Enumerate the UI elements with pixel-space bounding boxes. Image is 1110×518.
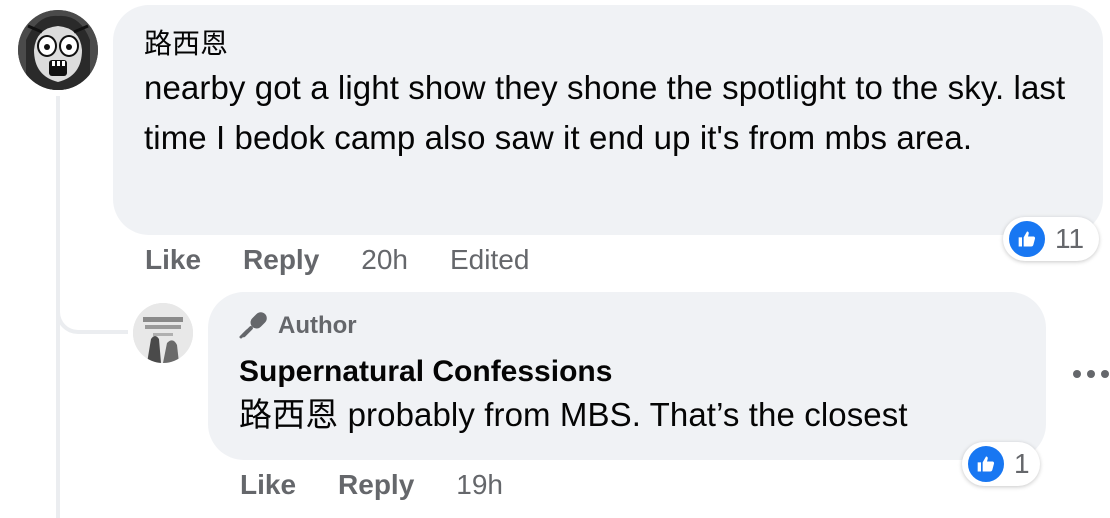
reply-actions: Like Reply 19h	[240, 465, 503, 505]
more-options-button[interactable]	[1073, 362, 1109, 386]
reaction-count-pill[interactable]: 1	[962, 442, 1040, 486]
like-icon	[1007, 219, 1047, 259]
comment-text: nearby got a light show they shone the s…	[144, 69, 1066, 156]
comment-actions: Like Reply 20h Edited	[145, 240, 529, 280]
reply-button[interactable]: Reply	[243, 244, 319, 276]
reply-timestamp[interactable]: 19h	[456, 469, 503, 501]
page-avatar[interactable]	[133, 303, 193, 363]
microphone-icon	[239, 312, 267, 339]
author-badge-label: Author	[278, 312, 357, 339]
reaction-count: 1	[1014, 448, 1030, 479]
reaction-count-pill[interactable]: 11	[1003, 217, 1099, 261]
commenter-avatar[interactable]	[18, 10, 98, 90]
reply-thread-connector	[56, 290, 128, 334]
reaction-count: 11	[1055, 223, 1085, 254]
like-icon	[966, 444, 1006, 484]
cartoon-face-avatar-image	[18, 10, 98, 90]
comment-timestamp[interactable]: 20h	[361, 244, 408, 276]
reply-text: 路西恩 probably from MBS. That’s the closes…	[239, 396, 908, 433]
comment-author-name[interactable]: 路西恩	[144, 27, 1073, 61]
author-badge: Author	[236, 310, 1018, 342]
like-button[interactable]: Like	[145, 244, 201, 276]
like-button[interactable]: Like	[240, 469, 296, 501]
reply-button[interactable]: Reply	[338, 469, 414, 501]
comment-bubble: 路西恩 nearby got a light show they shone t…	[113, 5, 1103, 235]
reply-bubble: Author Supernatural Confessions 路西恩 prob…	[208, 292, 1046, 460]
reply-author-name[interactable]: Supernatural Confessions	[239, 352, 1018, 392]
more-dot-icon	[1073, 370, 1081, 378]
more-dot-icon	[1087, 370, 1095, 378]
page-logo-image	[133, 303, 193, 363]
edited-label: Edited	[450, 244, 530, 275]
more-dot-icon	[1101, 370, 1109, 378]
